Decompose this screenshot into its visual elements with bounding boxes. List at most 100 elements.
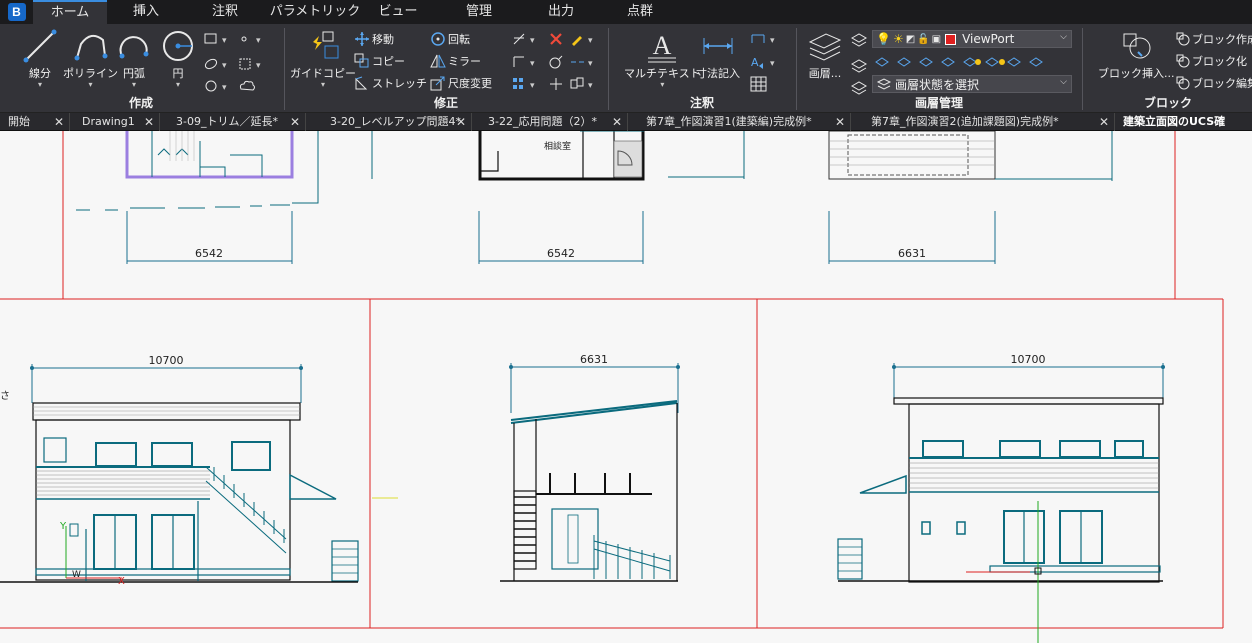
chevron-down-icon: ▾ (175, 80, 180, 89)
join-icon[interactable]: ▾ (570, 76, 600, 92)
svg-text:▾: ▾ (256, 36, 261, 46)
layer-dropdown[interactable]: 💡 ☀ ◩ 🔓 ▣ ViewPort ⌵ (872, 30, 1072, 48)
close-icon[interactable]: ✕ (54, 113, 64, 131)
mirror-label: ミラー (448, 55, 481, 68)
rectangle-icon[interactable]: ▾ (204, 32, 234, 46)
table-icon[interactable] (750, 76, 768, 92)
line-label: 線分 (29, 67, 51, 80)
drawing-svg[interactable]: 6542 6542 6631 相談室 10700 6631 10700 さ Y … (0, 131, 1252, 643)
block-insert-button[interactable]: ブロック挿入... (1098, 28, 1175, 81)
line-button[interactable]: 線分 ▾ (22, 28, 58, 89)
block-edit-button[interactable]: ブロック編集 (1176, 74, 1252, 92)
doc-tab-ch7-ex1[interactable]: 第7章_作図演習1(建築編)完成例* ✕ (628, 113, 851, 131)
bricscad-logo-icon: B (7, 3, 26, 21)
top-dimension-labels: 6542 6542 6631 (195, 247, 926, 260)
layer-button[interactable]: 画層... (806, 30, 844, 81)
doc-tab-3-20[interactable]: 3-20_レベルアップ問題4* ✕ (306, 113, 472, 131)
break-icon[interactable]: ▾ (570, 54, 600, 70)
layer-props-icon[interactable] (850, 32, 868, 48)
text-style-icon[interactable]: A ▾ (750, 54, 782, 70)
close-icon[interactable]: ✕ (835, 113, 845, 131)
divider (284, 28, 285, 110)
layer-state-dropdown[interactable]: 画層状態を選択 ⌵ (872, 75, 1072, 93)
drawing-canvas[interactable]: 6542 6542 6631 相談室 10700 6631 10700 さ Y … (0, 131, 1252, 643)
close-icon[interactable]: ✕ (612, 113, 622, 131)
svg-text:▾: ▾ (770, 59, 775, 69)
mtext-button[interactable]: A マルチテキスト ▾ (624, 28, 701, 89)
menu-bar: B ホーム 挿入 注釈 パラメトリック ビュー 管理 出力 点群 (0, 0, 1252, 24)
circle-button[interactable]: 円 ▾ (160, 28, 196, 89)
chevron-down-icon: ▾ (88, 80, 93, 89)
doc-tab-label: 第7章_作図演習2(追加課題図)完成例* (871, 115, 1059, 128)
svg-text:▾: ▾ (770, 36, 775, 46)
copy-button[interactable]: コピー (354, 52, 405, 70)
move-button[interactable]: 移動 (354, 30, 394, 48)
layer-state-icon[interactable] (850, 58, 868, 74)
panel-annotation-title: 注釈 (689, 96, 714, 110)
close-icon[interactable]: ✕ (1099, 113, 1109, 131)
trim-icon[interactable]: ▾ (512, 32, 542, 46)
tab-pointcloud[interactable]: 点群 (595, 0, 685, 24)
doc-tab-start[interactable]: 開始 ✕ (0, 113, 70, 131)
stretch-button[interactable]: ストレッチ (354, 74, 427, 92)
spline-icon[interactable]: ▾ (204, 56, 234, 72)
app-logo[interactable]: B (0, 0, 33, 24)
edit-pencil-icon[interactable]: ▾ (570, 32, 600, 46)
doc-tab-ucs[interactable]: 建築立面図のUCS確 (1115, 113, 1252, 131)
doc-tab-3-09[interactable]: 3-09_トリム／延長* ✕ (160, 113, 306, 131)
hatch-icon[interactable]: ▾ (238, 56, 268, 72)
doc-tab-label: 第7章_作図演習1(建築編)完成例* (646, 115, 812, 128)
block-insert-icon (1123, 33, 1151, 59)
layers-icon (808, 33, 842, 61)
svg-text:▾: ▾ (530, 81, 535, 91)
ucs-x-label: X (118, 576, 125, 587)
close-icon[interactable]: ✕ (456, 113, 466, 131)
blockify-button[interactable]: ブロック化 (1176, 52, 1247, 70)
move-icon (355, 32, 369, 46)
chevron-down-icon: ⌵ (1060, 77, 1067, 87)
dimension-button[interactable]: 寸法記入 (696, 28, 740, 81)
delete-icon[interactable] (548, 31, 564, 47)
array-icon[interactable]: ▾ (512, 76, 542, 92)
tab-home[interactable]: ホーム (33, 0, 107, 24)
tab-output[interactable]: 出力 (527, 0, 595, 24)
doc-tab-ch7-ex2[interactable]: 第7章_作図演習2(追加課題図)完成例* ✕ (851, 113, 1115, 131)
tab-manage[interactable]: 管理 (431, 0, 527, 24)
polyline-button[interactable]: ポリライン ▾ (63, 28, 118, 89)
mirror-button[interactable]: ミラー (430, 52, 481, 70)
svg-text:▾: ▾ (256, 61, 261, 71)
circle-icon (163, 31, 193, 61)
close-icon[interactable]: ✕ (144, 113, 154, 131)
tab-view[interactable]: ビュー (365, 0, 431, 24)
tab-annotate[interactable]: 注釈 (185, 0, 265, 24)
scale-button[interactable]: 尺度変更 (430, 74, 492, 92)
fillet-icon[interactable]: ▾ (512, 54, 542, 70)
region-icon[interactable]: ▾ (204, 78, 234, 94)
copy-icon (354, 53, 369, 68)
chevron-down-icon: ▾ (131, 80, 136, 89)
offset-icon[interactable] (548, 54, 564, 70)
layer-label: 画層... (808, 67, 842, 80)
close-icon[interactable]: ✕ (290, 113, 300, 131)
dim-label: 10700 (149, 354, 184, 367)
doc-tab-drawing1[interactable]: Drawing1 ✕ (70, 113, 160, 131)
leader-icon[interactable]: ▾ (750, 32, 782, 46)
block-create-button[interactable]: ブロック作成 (1176, 30, 1252, 48)
tab-parametric[interactable]: パラメトリック (265, 0, 365, 24)
guide-copy-button[interactable]: ガイドコピー ▾ (290, 28, 356, 89)
tab-insert[interactable]: 挿入 (107, 0, 185, 24)
doc-tab-3-22[interactable]: 3-22_応用問題（2）* ✕ (472, 113, 628, 131)
arc-button[interactable]: 円弧 ▾ (116, 28, 152, 89)
svg-text:▾: ▾ (588, 81, 593, 91)
point-icon[interactable]: ▾ (238, 32, 268, 46)
rotate-button[interactable]: 回転 (430, 30, 470, 48)
svg-text:▾: ▾ (222, 83, 227, 93)
dimension-label: 寸法記入 (696, 67, 740, 80)
cloud-icon[interactable] (238, 78, 258, 94)
block-create-label: ブロック作成 (1192, 33, 1252, 46)
explode-icon[interactable] (548, 76, 564, 92)
panel-modify: ガイドコピー ▾ 移動 コピー ストレッチ 回転 ミラー 尺度変更 ▾ ▾ ▾ … (286, 24, 606, 113)
rotate-icon (431, 32, 445, 46)
layer-tools-icon[interactable] (874, 54, 1074, 70)
blockify-label: ブロック化 (1192, 55, 1247, 68)
